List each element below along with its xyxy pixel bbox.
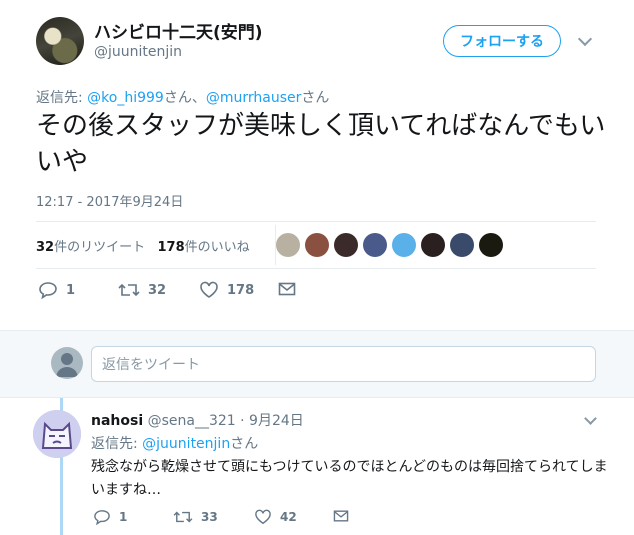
favoriter-avatar[interactable] — [421, 233, 445, 257]
like-action[interactable]: 178 — [199, 281, 254, 299]
reply-retweet-count: 33 — [201, 510, 218, 524]
favoriter-avatar[interactable] — [305, 233, 329, 257]
reply-date[interactable]: · 9月24日 — [240, 413, 304, 429]
chevron-down-icon[interactable] — [577, 31, 593, 47]
favoriter-avatar[interactable] — [479, 233, 503, 257]
reply-to-separator: さん、 — [163, 90, 206, 106]
reply-to-line: 返信先: @ko_hi999さん、@murrhauserさん — [36, 87, 329, 107]
envelope-icon — [278, 282, 296, 296]
default-avatar-icon — [56, 353, 78, 377]
retweet-icon — [118, 283, 140, 297]
reply-text: 残念ながら乾燥させて頭にもつけているのでほとんどのものは毎回捨てられてしまいます… — [91, 459, 608, 498]
favoriter-avatar[interactable] — [334, 233, 358, 257]
reply-reply-action[interactable]: 1 — [93, 509, 127, 525]
heart-icon — [200, 281, 218, 298]
tweet-timestamp[interactable]: 12:17 - 2017年9月24日 — [36, 191, 183, 210]
reply-author-name[interactable]: nahosi — [91, 413, 143, 429]
reply-to-prefix: 返信先: — [91, 436, 143, 452]
reply-author-line: nahosi @sena__321 · 9月24日 — [91, 410, 304, 430]
retweet-count: 32 — [148, 282, 167, 298]
mention-link[interactable]: @ko_hi999 — [87, 90, 164, 106]
reply-icon — [39, 282, 57, 299]
divider — [36, 268, 596, 269]
author-screen-name[interactable]: @juunitenjin — [94, 44, 182, 60]
reply-to-suffix: さん — [230, 436, 259, 452]
retweet-icon — [173, 511, 193, 523]
follow-button[interactable]: フォローする — [443, 25, 561, 57]
favoriter-avatar[interactable] — [450, 233, 474, 257]
cat-face-icon — [33, 410, 81, 458]
chevron-down-icon[interactable] — [584, 412, 597, 425]
favoriter-avatar[interactable] — [276, 233, 300, 257]
like-count[interactable]: 178 — [158, 240, 185, 255]
reply-like-count: 42 — [280, 510, 297, 524]
reply-direct-message-action[interactable] — [333, 509, 357, 523]
reply-icon — [94, 510, 110, 525]
reply-placeholder: 返信をツイート — [102, 357, 200, 373]
reply-like-action[interactable]: 42 — [254, 509, 297, 525]
user-avatar — [51, 347, 83, 379]
reply-input[interactable]: 返信をツイート — [91, 346, 596, 382]
favoriter-avatar[interactable] — [392, 233, 416, 257]
favoriter-avatar[interactable] — [363, 233, 387, 257]
mention-link[interactable]: @juunitenjin — [142, 436, 230, 452]
retweet-count[interactable]: 32 — [36, 240, 54, 255]
reply-retweet-action[interactable]: 33 — [173, 509, 218, 525]
author-display-name[interactable]: ハシビロ十二天(安門) — [94, 18, 263, 43]
direct-message-action[interactable] — [278, 281, 304, 297]
reply-reply-to: 返信先: @juunitenjinさん — [91, 433, 258, 453]
heart-icon — [255, 509, 271, 525]
reply-author-handle[interactable]: @sena__321 — [148, 413, 236, 429]
envelope-icon — [333, 510, 349, 522]
mention-link[interactable]: @murrhauser — [206, 90, 302, 106]
divider — [36, 221, 596, 222]
reply-to-suffix: さん — [301, 90, 330, 106]
reply-to-prefix: 返信先: — [36, 90, 88, 106]
like-label[interactable]: 件のいいね — [185, 240, 250, 255]
tweet-text: その後スタッフが美味しく頂いてればなんでもいいや — [36, 111, 606, 177]
reply-author-avatar[interactable] — [33, 410, 81, 458]
like-count: 178 — [227, 282, 255, 298]
retweet-label[interactable]: 件のリツイート — [54, 240, 145, 255]
reply-count: 1 — [66, 282, 76, 298]
reply-reply-count: 1 — [119, 510, 128, 524]
reply-action[interactable]: 1 — [38, 281, 75, 299]
author-avatar[interactable] — [36, 17, 84, 65]
retweet-action[interactable]: 32 — [118, 281, 166, 299]
tweet-stats: 32件のリツイート 178件のいいね — [36, 236, 250, 255]
